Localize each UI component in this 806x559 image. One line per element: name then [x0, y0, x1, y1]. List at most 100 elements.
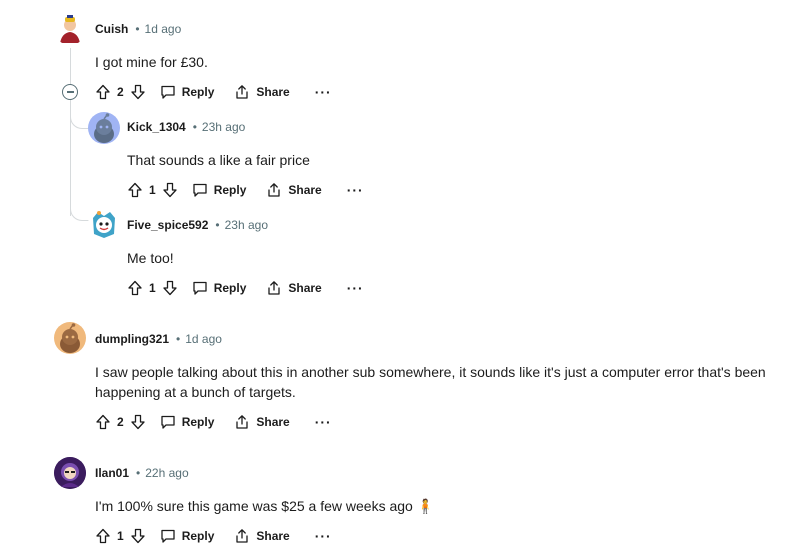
vote-group: 2	[95, 414, 146, 430]
comment-text: Me too!	[127, 250, 174, 266]
upvote-icon[interactable]	[95, 414, 111, 430]
more-options-icon[interactable]: ···	[347, 280, 364, 296]
thread-connector-five	[70, 200, 89, 221]
more-options-icon[interactable]: ···	[315, 414, 332, 430]
reply-label: Reply	[181, 85, 215, 99]
comment-text: I'm 100% sure this game was $25 a few we…	[95, 498, 435, 514]
thread-line-cuish	[70, 48, 71, 216]
timestamp[interactable]: 1d ago	[145, 22, 182, 36]
upvote-icon[interactable]	[127, 280, 143, 296]
ilan-avatar-icon	[54, 457, 86, 489]
vote-count: 1	[149, 183, 156, 197]
share-icon	[234, 84, 250, 100]
avatar[interactable]	[54, 13, 86, 45]
more-options-icon[interactable]: ···	[347, 182, 364, 198]
snoo-avatar-icon	[60, 323, 80, 353]
share-label: Share	[288, 183, 322, 197]
minus-icon	[66, 91, 74, 93]
downvote-icon[interactable]	[162, 280, 178, 296]
share-label: Share	[256, 85, 290, 99]
reply-label: Reply	[181, 529, 215, 543]
meta-separator: •	[176, 332, 181, 346]
reply-label: Reply	[213, 183, 247, 197]
reply-label: Reply	[213, 281, 247, 295]
share-label: Share	[288, 281, 322, 295]
reply-icon	[192, 280, 208, 296]
reply-icon	[192, 182, 208, 198]
vote-group: 1	[127, 182, 178, 198]
comment-actions: 1 Reply Share ···	[127, 272, 364, 304]
author-name[interactable]: Ilan01	[95, 466, 129, 480]
comment-meta: Kick_1304 • 23h ago	[127, 120, 245, 134]
snoo-avatar-icon	[94, 113, 114, 143]
collapse-thread-button[interactable]	[62, 84, 78, 100]
cuish-avatar-icon	[60, 15, 80, 43]
more-options-icon[interactable]: ···	[315, 84, 332, 100]
meta-separator: •	[192, 120, 197, 134]
meta-separator: •	[215, 218, 220, 232]
comment-text: I got mine for £30.	[95, 54, 208, 70]
author-name[interactable]: Five_spice592	[127, 218, 208, 232]
share-label: Share	[256, 529, 290, 543]
comment-meta: Cuish • 1d ago	[95, 22, 181, 36]
author-name[interactable]: dumpling321	[95, 332, 169, 346]
comment-actions: 2 Reply Share ···	[95, 406, 332, 438]
avatar[interactable]	[88, 208, 120, 240]
share-icon	[266, 280, 282, 296]
downvote-icon[interactable]	[130, 414, 146, 430]
timestamp[interactable]: 23h ago	[202, 120, 245, 134]
comment-meta: Ilan01 • 22h ago	[95, 466, 189, 480]
reply-button[interactable]: Reply	[192, 182, 247, 198]
vote-count: 2	[117, 415, 124, 429]
vote-group: 1	[127, 280, 178, 296]
avatar[interactable]	[88, 112, 120, 144]
avatar[interactable]	[54, 457, 86, 489]
reply-button[interactable]: Reply	[160, 84, 215, 100]
share-button[interactable]: Share	[266, 280, 322, 296]
reply-icon	[160, 528, 176, 544]
five-spice-avatar-icon	[93, 211, 115, 238]
comment-text: I saw people talking about this in anoth…	[95, 364, 766, 400]
share-button[interactable]: Share	[266, 182, 322, 198]
timestamp[interactable]: 22h ago	[145, 466, 188, 480]
vote-group: 2	[95, 84, 146, 100]
share-button[interactable]: Share	[234, 414, 290, 430]
avatar[interactable]	[54, 322, 86, 354]
downvote-icon[interactable]	[162, 182, 178, 198]
vote-count: 2	[117, 85, 124, 99]
author-name[interactable]: Kick_1304	[127, 120, 186, 134]
more-options-icon[interactable]: ···	[315, 528, 332, 544]
upvote-icon[interactable]	[127, 182, 143, 198]
thread-connector-kick	[70, 108, 89, 129]
author-name[interactable]: Cuish	[95, 22, 128, 36]
comment-meta: dumpling321 • 1d ago	[95, 332, 222, 346]
reply-label: Reply	[181, 415, 215, 429]
vote-count: 1	[149, 281, 156, 295]
reply-icon	[160, 414, 176, 430]
downvote-icon[interactable]	[130, 84, 146, 100]
share-button[interactable]: Share	[234, 528, 290, 544]
meta-separator: •	[135, 22, 140, 36]
comment-text: That sounds a like a fair price	[127, 152, 310, 168]
share-icon	[266, 182, 282, 198]
comment-meta: Five_spice592 • 23h ago	[127, 218, 268, 232]
share-icon	[234, 528, 250, 544]
comment-actions: 1 Reply Share ···	[127, 174, 364, 206]
reply-icon	[160, 84, 176, 100]
share-button[interactable]: Share	[234, 84, 290, 100]
reply-button[interactable]: Reply	[160, 414, 215, 430]
vote-count: 1	[117, 529, 124, 543]
upvote-icon[interactable]	[95, 528, 111, 544]
timestamp[interactable]: 1d ago	[185, 332, 222, 346]
share-label: Share	[256, 415, 290, 429]
comment-actions: 2 Reply Share ···	[95, 76, 332, 108]
downvote-icon[interactable]	[130, 528, 146, 544]
upvote-icon[interactable]	[95, 84, 111, 100]
comment-actions: 1 Reply Share ···	[95, 520, 332, 552]
share-icon	[234, 414, 250, 430]
reply-button[interactable]: Reply	[160, 528, 215, 544]
timestamp[interactable]: 23h ago	[225, 218, 268, 232]
reply-button[interactable]: Reply	[192, 280, 247, 296]
vote-group: 1	[95, 528, 146, 544]
meta-separator: •	[136, 466, 141, 480]
